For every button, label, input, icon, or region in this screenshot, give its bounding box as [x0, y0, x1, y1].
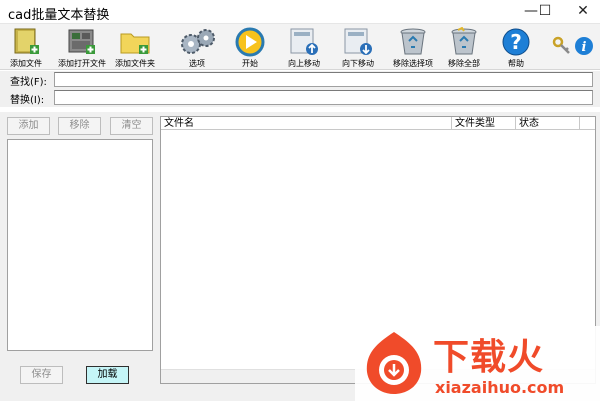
remove-button[interactable]: 移除 — [58, 117, 101, 135]
folder-list[interactable] — [7, 139, 153, 351]
move-up-button[interactable]: 向上移动 — [284, 25, 324, 69]
options-label: 选项 — [189, 59, 205, 68]
remove-selected-label: 移除选择项 — [393, 59, 433, 68]
watermark-site: xiazaihuo.com — [435, 378, 565, 397]
move-down-icon — [344, 28, 372, 55]
help-label: 帮助 — [508, 59, 524, 68]
table-header: 文件名 文件类型 状态 — [161, 117, 595, 130]
clear-button[interactable]: 清空 — [110, 117, 153, 135]
flame-logo-icon — [366, 332, 422, 394]
svg-text:i: i — [582, 40, 587, 55]
add-open-file-icon — [68, 29, 95, 54]
close-button[interactable]: ✕ — [560, 0, 600, 24]
start-label: 开始 — [242, 59, 258, 68]
add-file-button[interactable]: 添加文件 — [6, 25, 46, 69]
column-status[interactable]: 状态 — [516, 117, 580, 130]
options-button[interactable]: 选项 — [172, 25, 222, 69]
watermark: 下载火 xiazaihuo.com — [355, 326, 600, 401]
help-button[interactable]: ? 帮助 — [498, 25, 534, 69]
remove-all-label: 移除全部 — [448, 59, 480, 68]
info-icon[interactable]: i — [574, 36, 594, 56]
save-button[interactable]: 保存 — [20, 366, 63, 384]
remove-selected-button[interactable]: 移除选择项 — [390, 25, 436, 69]
remove-all-button[interactable]: 移除全部 — [446, 25, 482, 69]
title-bar: cad批量文本替换 — ☐ ✕ — [0, 0, 600, 24]
help-icon: ? — [502, 28, 530, 56]
find-label: 查找(F): — [10, 77, 47, 88]
move-down-button[interactable]: 向下移动 — [338, 25, 378, 69]
window-title: cad批量文本替换 — [8, 8, 110, 23]
column-filetype[interactable]: 文件类型 — [452, 117, 516, 130]
move-up-label: 向上移动 — [288, 59, 320, 68]
move-up-icon — [290, 28, 318, 55]
watermark-brand: 下载火 — [433, 336, 545, 378]
load-button[interactable]: 加载 — [86, 366, 129, 384]
recycle-bin-full-icon — [451, 27, 477, 55]
add-button[interactable]: 添加 — [7, 117, 50, 135]
play-icon — [235, 27, 265, 57]
add-file-icon — [14, 28, 39, 54]
start-button[interactable]: 开始 — [232, 25, 268, 69]
add-folder-button[interactable]: 添加文件夹 — [114, 25, 156, 69]
add-file-label: 添加文件 — [10, 59, 42, 68]
add-open-file-label: 添加打开文件 — [58, 59, 106, 68]
gear-icon — [181, 29, 215, 54]
folder-icon — [120, 33, 150, 54]
add-folder-label: 添加文件夹 — [115, 59, 155, 68]
column-filename[interactable]: 文件名 — [161, 117, 452, 130]
find-input[interactable] — [54, 72, 593, 87]
toolbar: 添加文件 添加打开文件 添加文件夹 选项 开始 向上移动 向下移动 移除选择项 … — [0, 24, 600, 70]
recycle-bin-icon — [400, 28, 426, 55]
svg-text:?: ? — [510, 30, 522, 54]
replace-row: 替换(I): — [0, 89, 600, 107]
replace-label: 替换(I): — [10, 95, 45, 106]
move-down-label: 向下移动 — [342, 59, 374, 68]
key-icon[interactable] — [552, 36, 572, 56]
add-open-file-button[interactable]: 添加打开文件 — [58, 25, 106, 69]
replace-input[interactable] — [54, 90, 593, 105]
find-row: 查找(F): — [0, 71, 600, 89]
